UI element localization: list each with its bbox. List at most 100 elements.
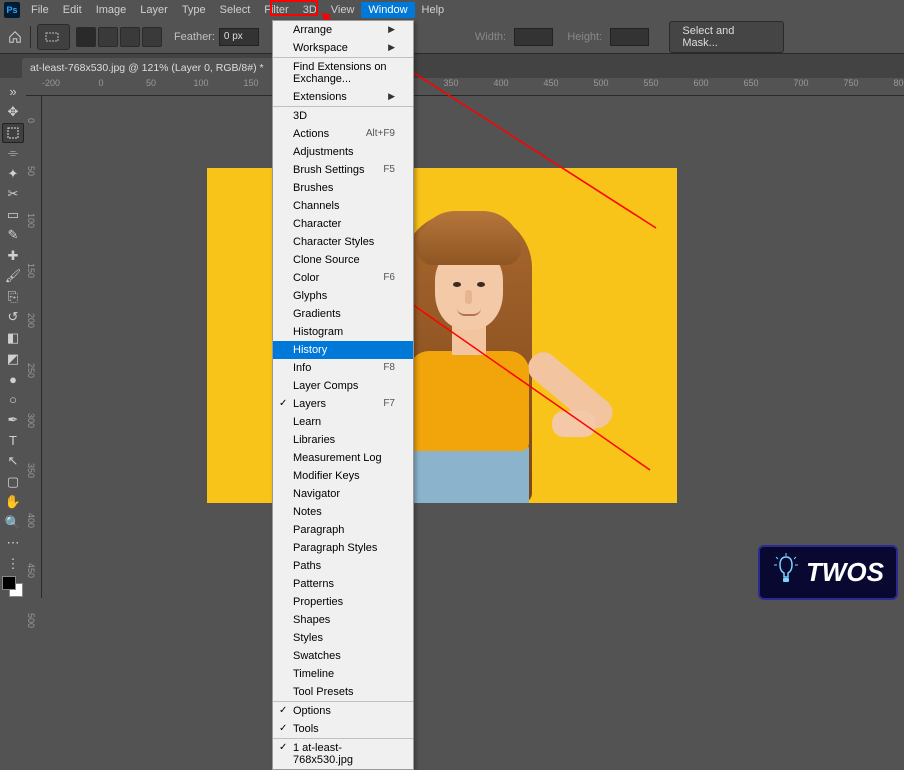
tool-eraser[interactable]: ◧ [2,328,24,348]
menu-layer[interactable]: Layer [133,2,175,18]
menu-item-color[interactable]: ColorF6 [273,269,413,287]
app-icon[interactable]: Ps [4,2,20,18]
tool-brush[interactable]: 🖌 [2,267,24,287]
tool-eyedropper[interactable]: ✎ [2,226,24,246]
tool-history-brush[interactable]: ↺ [2,308,24,328]
sel-mode-intersect[interactable] [142,27,162,47]
tool-more-icon[interactable]: ⋯ [2,533,24,553]
menu-help[interactable]: Help [415,2,452,18]
menu-item-navigator[interactable]: Navigator [273,485,413,503]
menu-item-gradients[interactable]: Gradients [273,305,413,323]
menu-file[interactable]: File [24,2,56,18]
tool-edit-toolbar[interactable]: ⋮ [2,554,24,574]
tool-gradient[interactable]: ◩ [2,349,24,369]
menu-shortcut: F5 [383,164,395,176]
menu-item-label: Shapes [293,614,330,626]
menu-item-swatches[interactable]: Swatches [273,647,413,665]
sel-mode-subtract[interactable] [120,27,140,47]
menu-item-options[interactable]: ✓Options [273,702,413,720]
tool-crop[interactable]: ✂ [2,185,24,205]
menu-item-find-extensions-on-exchange[interactable]: Find Extensions on Exchange... [273,58,413,88]
select-and-mask-button[interactable]: Select and Mask... [669,21,784,53]
menu-item-glyphs[interactable]: Glyphs [273,287,413,305]
menu-item-notes[interactable]: Notes [273,503,413,521]
height-label: Height: [567,31,602,43]
menu-item-label: Color [293,272,319,284]
expand-panel-icon[interactable]: » [2,82,24,102]
document-tab[interactable]: at-least-768x530.jpg @ 121% (Layer 0, RG… [22,58,286,78]
menu-item-adjustments[interactable]: Adjustments [273,143,413,161]
foreground-color[interactable] [2,576,16,590]
ruler-tick: 500 [26,596,36,646]
menu-item-tool-presets[interactable]: Tool Presets [273,683,413,702]
menu-item-histogram[interactable]: Histogram [273,323,413,341]
menu-item-1-at-least-768x530-jpg[interactable]: ✓1 at-least-768x530.jpg [273,739,413,769]
menu-item-info[interactable]: InfoF8 [273,359,413,377]
menu-item-paragraph-styles[interactable]: Paragraph Styles [273,539,413,557]
menu-item-paths[interactable]: Paths [273,557,413,575]
canvas-area[interactable] [42,96,904,598]
menu-image[interactable]: Image [89,2,134,18]
menu-item-actions[interactable]: ActionsAlt+F9 [273,125,413,143]
menu-item-clone-source[interactable]: Clone Source [273,251,413,269]
menu-filter[interactable]: Filter [257,2,295,18]
tool-lasso[interactable]: ⌯ [2,144,24,164]
tool-pen[interactable]: ✒ [2,410,24,430]
home-icon[interactable] [6,28,24,46]
ruler-tick: 200 [26,296,36,346]
menu-type[interactable]: Type [175,2,213,18]
menu-item-3d[interactable]: 3D [273,107,413,125]
menu-window[interactable]: Window [361,2,414,18]
tool-heal[interactable]: ✚ [2,246,24,266]
menu-item-timeline[interactable]: Timeline [273,665,413,683]
feather-input[interactable] [219,28,259,46]
tool-marquee[interactable] [2,123,24,143]
watermark: TWOS [758,545,898,600]
menu-item-extensions[interactable]: Extensions▶ [273,88,413,107]
ruler-vertical[interactable]: 050100150200250300350400450500 [26,96,42,598]
menu-item-shapes[interactable]: Shapes [273,611,413,629]
color-swatches[interactable] [2,576,24,597]
menu-item-styles[interactable]: Styles [273,629,413,647]
tool-wand[interactable]: ✦ [2,164,24,184]
menu-item-brushes[interactable]: Brushes [273,179,413,197]
menu-view[interactable]: View [324,2,362,18]
sel-mode-add[interactable] [98,27,118,47]
tool-move[interactable]: ✥ [2,103,24,123]
sel-mode-new[interactable] [76,27,96,47]
menu-item-paragraph[interactable]: Paragraph [273,521,413,539]
menu-item-channels[interactable]: Channels [273,197,413,215]
menu-select[interactable]: Select [213,2,258,18]
menu-item-arrange[interactable]: Arrange▶ [273,21,413,39]
tool-shape[interactable]: ▢ [2,472,24,492]
menu-item-modifier-keys[interactable]: Modifier Keys [273,467,413,485]
tool-type[interactable]: T [2,431,24,451]
menu-item-measurement-log[interactable]: Measurement Log [273,449,413,467]
menu-item-character-styles[interactable]: Character Styles [273,233,413,251]
tool-path-sel[interactable]: ↖ [2,451,24,471]
submenu-arrow-icon: ▶ [388,42,395,54]
menu-item-character[interactable]: Character [273,215,413,233]
menu-item-layer-comps[interactable]: Layer Comps [273,377,413,395]
menu-item-workspace[interactable]: Workspace▶ [273,39,413,58]
menu-3d[interactable]: 3D [296,2,324,18]
menu-item-brush-settings[interactable]: Brush SettingsF5 [273,161,413,179]
menu-item-learn[interactable]: Learn [273,413,413,431]
menu-item-tools[interactable]: ✓Tools [273,720,413,739]
tool-stamp[interactable]: ⎘ [2,287,24,307]
width-input[interactable] [514,28,553,46]
menu-item-history[interactable]: History [273,341,413,359]
height-input[interactable] [610,28,649,46]
ruler-horizontal[interactable]: -200050100150200250300350400450500550600… [26,78,904,96]
menu-item-layers[interactable]: ✓LayersF7 [273,395,413,413]
menu-item-patterns[interactable]: Patterns [273,575,413,593]
tool-preset-picker[interactable] [37,24,70,50]
menu-edit[interactable]: Edit [56,2,89,18]
tool-dodge[interactable]: ○ [2,390,24,410]
tool-blur[interactable]: ● [2,369,24,389]
tool-frame[interactable]: ▭ [2,205,24,225]
tool-hand[interactable]: ✋ [2,492,24,512]
tool-zoom[interactable]: 🔍 [2,513,24,533]
menu-item-libraries[interactable]: Libraries [273,431,413,449]
menu-item-properties[interactable]: Properties [273,593,413,611]
